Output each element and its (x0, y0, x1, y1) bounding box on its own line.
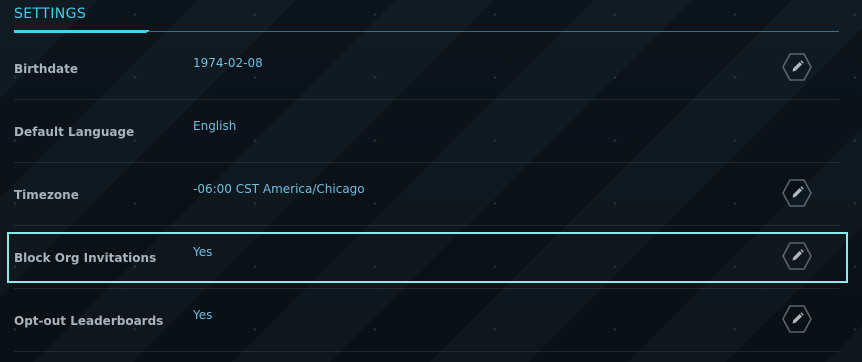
header-accent-bar (14, 30, 150, 33)
setting-value: Yes (193, 245, 213, 259)
pencil-hexagon-icon (782, 242, 812, 270)
setting-row-default-language: Default Language English (14, 99, 839, 163)
setting-label: Opt-out Leaderboards (14, 314, 164, 328)
setting-value: English (193, 119, 237, 133)
setting-row-block-org-invitations: Block Org Invitations Yes (14, 225, 839, 289)
setting-value: -06:00 CST America/Chicago (193, 182, 365, 196)
edit-block-org-invitations-button[interactable] (782, 241, 812, 271)
pencil-hexagon-icon (782, 179, 812, 207)
setting-row-opt-out-leaderboards: Opt-out Leaderboards Yes (14, 288, 839, 352)
edit-timezone-button[interactable] (782, 178, 812, 208)
setting-row-timezone: Timezone -06:00 CST America/Chicago (14, 162, 839, 226)
setting-label: Timezone (14, 188, 79, 202)
setting-value: Yes (193, 308, 213, 322)
settings-title: SETTINGS (14, 6, 87, 22)
pencil-hexagon-icon (782, 53, 812, 81)
edit-opt-out-leaderboards-button[interactable] (782, 304, 812, 334)
setting-label: Birthdate (14, 62, 79, 76)
setting-label: Block Org Invitations (14, 251, 157, 265)
pencil-hexagon-icon (782, 305, 812, 333)
setting-row-birthdate: Birthdate 1974-02-08 (14, 36, 839, 100)
settings-header: SETTINGS (14, 5, 839, 33)
edit-birthdate-button[interactable] (782, 52, 812, 82)
settings-panel: SETTINGS Birthdate 1974-02-08 Default La… (0, 0, 862, 362)
setting-value: 1974-02-08 (193, 56, 263, 70)
setting-label: Default Language (14, 125, 135, 139)
